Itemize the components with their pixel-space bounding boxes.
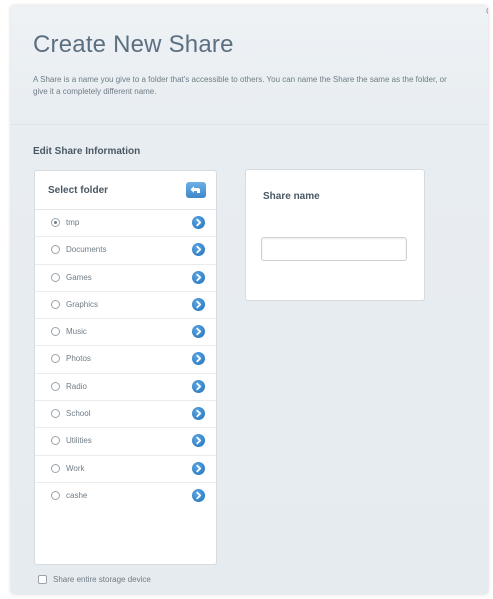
chevron-right-circle-icon[interactable] <box>192 352 205 366</box>
share-name-panel: Share name <box>245 169 425 301</box>
folder-panel-header: Select folder <box>35 171 216 210</box>
folder-row[interactable]: cashe <box>35 483 216 509</box>
share-name-label: Share name <box>263 191 320 202</box>
share-entire-device-label: Share entire storage device <box>53 575 151 584</box>
section-heading: Edit Share Information <box>33 146 141 157</box>
folder-radio[interactable] <box>51 299 60 309</box>
chevron-right-circle-icon[interactable] <box>192 379 205 393</box>
folder-radio[interactable] <box>51 463 60 473</box>
folder-row[interactable]: tmp <box>35 210 216 238</box>
folder-name: Music <box>66 327 87 337</box>
folder-name: School <box>66 409 91 419</box>
chevron-right-circle-icon[interactable] <box>192 461 205 475</box>
close-link[interactable]: Cl <box>486 6 488 16</box>
chevron-right-circle-icon[interactable] <box>192 270 205 284</box>
folder-panel-title: Select folder <box>48 185 109 196</box>
folder-row[interactable]: Work <box>35 456 216 483</box>
folder-name: cashe <box>66 490 88 500</box>
folder-name: Documents <box>66 245 107 255</box>
create-share-dialog: Cl Create New Share A Share is a name yo… <box>11 6 488 594</box>
chevron-right-circle-icon[interactable] <box>192 407 205 421</box>
folder-radio[interactable] <box>51 409 60 419</box>
folder-row[interactable]: Radio <box>35 374 216 402</box>
dialog-title: Create New Share <box>33 31 234 58</box>
folder-row[interactable]: School <box>35 401 216 429</box>
folder-radio[interactable] <box>51 490 60 500</box>
folder-row[interactable]: Documents <box>35 237 216 265</box>
folder-row[interactable]: Utilities <box>35 428 216 456</box>
folder-name: Games <box>66 272 92 282</box>
chevron-right-circle-icon[interactable] <box>192 243 205 257</box>
folder-radio[interactable] <box>51 436 60 446</box>
dialog-description: A Share is a name you give to a folder t… <box>33 75 447 96</box>
folder-name: Photos <box>66 354 91 364</box>
folder-name: Graphics <box>66 299 99 309</box>
folder-name: tmp <box>66 218 80 227</box>
folder-radio[interactable] <box>51 354 60 364</box>
page: Cl Create New Share A Share is a name yo… <box>0 0 493 599</box>
chevron-right-circle-icon[interactable] <box>192 488 205 502</box>
folder-radio[interactable] <box>51 272 60 282</box>
chevron-right-circle-icon[interactable] <box>192 434 205 448</box>
chevron-right-circle-icon[interactable] <box>192 325 205 339</box>
folder-name: Work <box>66 463 85 473</box>
folder-radio[interactable] <box>51 218 60 227</box>
chevron-right-circle-icon[interactable] <box>192 216 205 229</box>
folder-radio[interactable] <box>51 245 60 255</box>
folder-up-button[interactable] <box>186 182 206 198</box>
folder-up-arrow-icon <box>190 186 200 193</box>
folder-name: Utilities <box>66 436 92 446</box>
share-entire-device-checkbox[interactable] <box>38 575 47 584</box>
folder-row[interactable]: Music <box>35 319 216 347</box>
chevron-right-circle-icon[interactable] <box>192 297 205 311</box>
folder-radio[interactable] <box>51 381 60 391</box>
folder-row[interactable]: Photos <box>35 346 216 374</box>
folder-list: tmp Documents Games Graphics Music Photos Radi… <box>35 210 216 509</box>
header-divider <box>11 124 488 125</box>
folder-row[interactable]: Games <box>35 265 216 292</box>
folder-row[interactable]: Graphics <box>35 292 216 320</box>
share-name-input[interactable] <box>261 237 407 261</box>
folder-radio[interactable] <box>51 327 60 337</box>
folder-panel: Select folder tmp Documents Games Graphics M… <box>34 170 217 565</box>
folder-name: Radio <box>66 381 87 391</box>
